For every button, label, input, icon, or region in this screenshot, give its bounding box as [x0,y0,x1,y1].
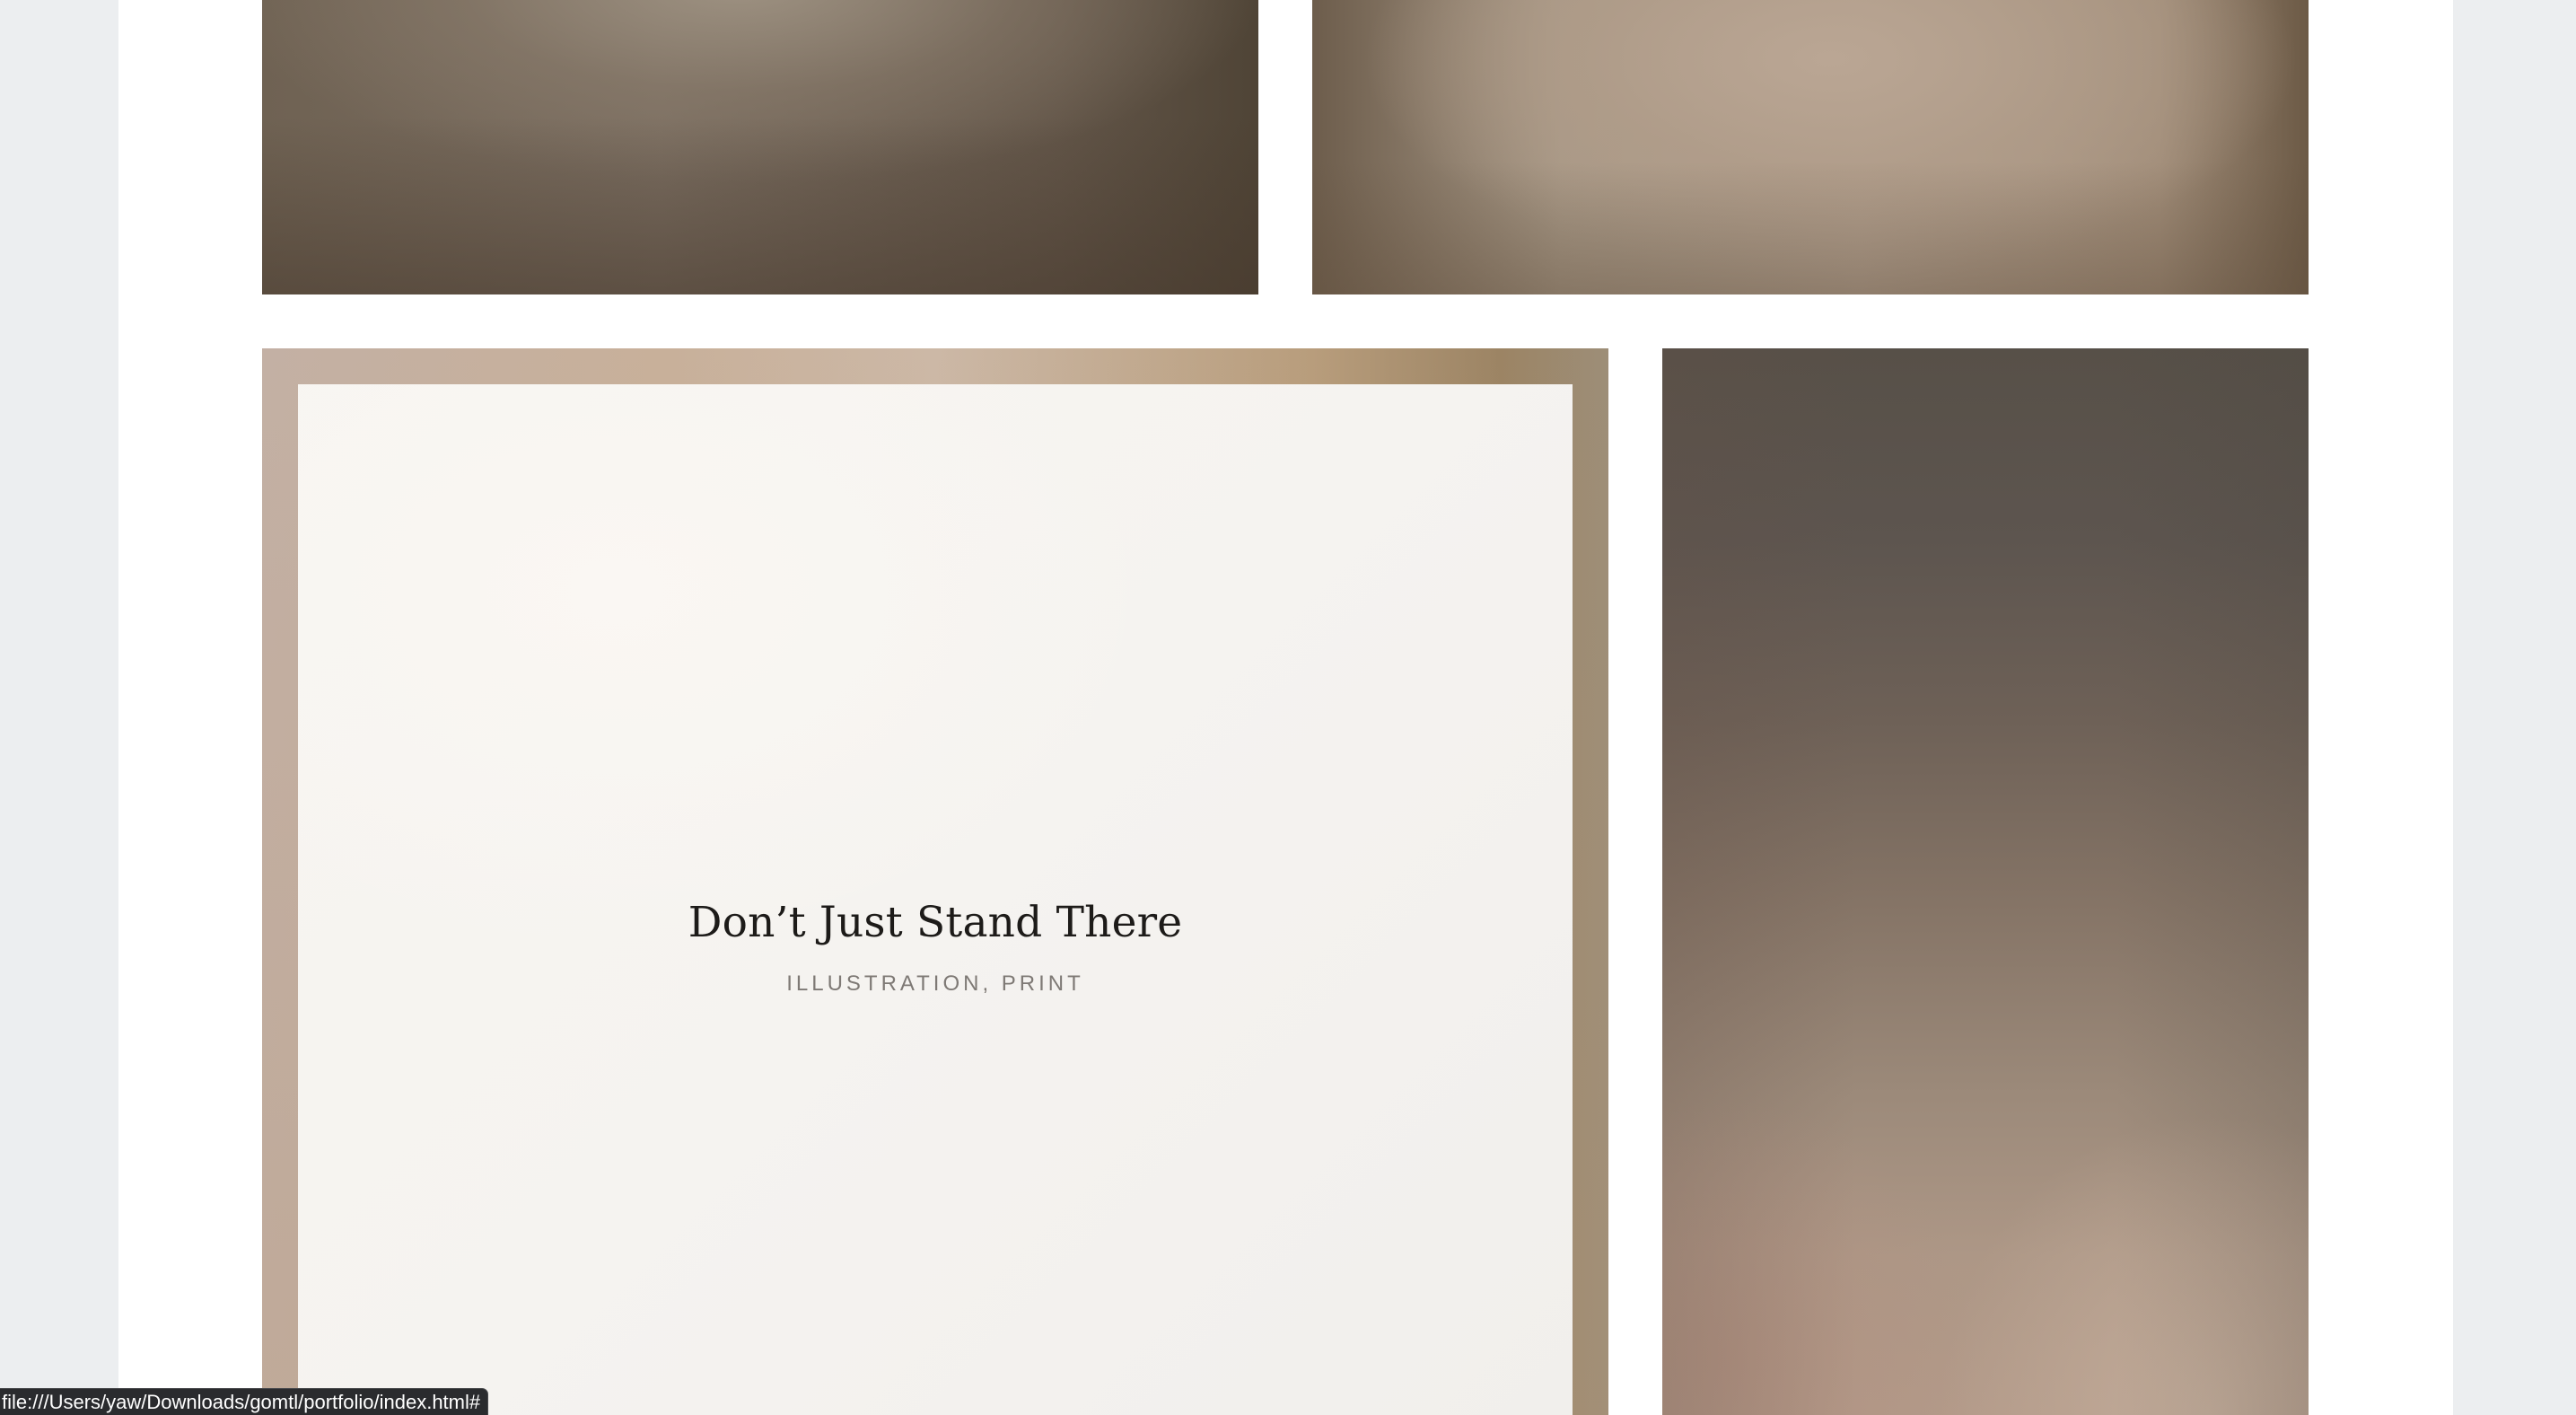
portfolio-tile-top-right[interactable] [1312,0,2309,294]
status-url: file:///Users/yaw/Downloads/gomtl/portfo… [2,1390,481,1413]
tile-hover-overlay: Don’t Just Stand There ILLUSTRATION, PRI… [298,384,1573,1415]
tile-caption: Don’t Just Stand There ILLUSTRATION, PRI… [298,898,1573,997]
project-title: Don’t Just Stand There [688,898,1183,947]
link-status-bar: file:///Users/yaw/Downloads/gomtl/portfo… [0,1388,489,1415]
project-categories: ILLUSTRATION, PRINT [786,971,1084,997]
portfolio-tile-portrait[interactable] [1662,348,2309,1415]
portfolio-tile-featured[interactable]: Don’t Just Stand There ILLUSTRATION, PRI… [262,348,1608,1415]
portfolio-tile-top-left[interactable] [262,0,1258,294]
